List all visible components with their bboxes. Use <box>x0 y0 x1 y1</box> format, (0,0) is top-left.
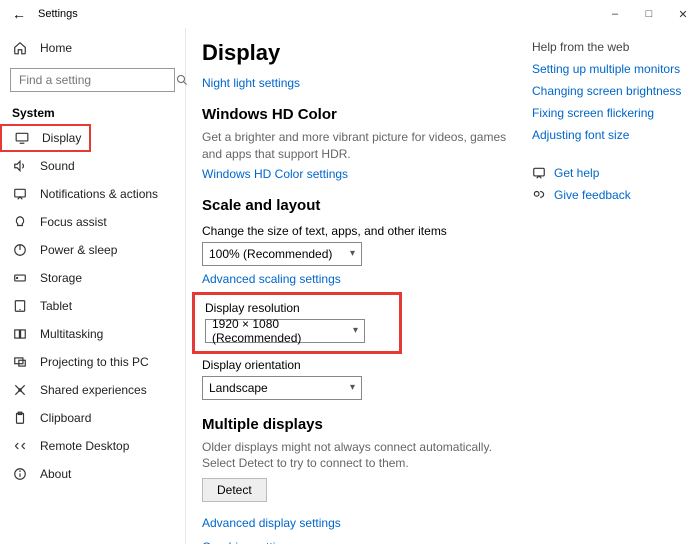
sidebar-item-shared-experiences[interactable]: Shared experiences <box>0 376 185 404</box>
text-size-value: 100% (Recommended) <box>209 247 332 261</box>
orientation-combo[interactable]: Landscape ▾ <box>202 376 362 400</box>
sidebar-item-home[interactable]: Home <box>0 34 185 62</box>
sidebar-item-label: Shared experiences <box>40 383 147 397</box>
sidebar-item-storage[interactable]: Storage <box>0 264 185 292</box>
sidebar-item-label: Storage <box>40 271 82 285</box>
window-controls: – □ ✕ <box>598 0 700 28</box>
chevron-down-icon: ▾ <box>350 248 355 259</box>
help-link[interactable]: Setting up multiple monitors <box>532 62 686 76</box>
clipboard-icon <box>12 411 28 425</box>
resolution-combo[interactable]: 1920 × 1080 (Recommended) ▾ <box>205 319 365 343</box>
feedback-icon <box>532 188 546 202</box>
sidebar-item-display[interactable]: Display <box>0 124 91 152</box>
remote-desktop-icon <box>12 439 28 453</box>
help-link[interactable]: Changing screen brightness <box>532 84 686 98</box>
tablet-icon <box>12 299 28 313</box>
sidebar-item-label: About <box>40 467 71 481</box>
aside: Help from the web Setting up multiple mo… <box>522 36 686 544</box>
home-icon <box>12 41 28 55</box>
sidebar-item-label: Tablet <box>40 299 72 313</box>
help-heading: Help from the web <box>532 40 686 54</box>
multiple-displays-heading: Multiple displays <box>202 416 522 433</box>
sidebar-item-remote-desktop[interactable]: Remote Desktop <box>0 432 185 460</box>
get-help-link[interactable]: Get help <box>554 166 599 180</box>
sidebar-item-label: Remote Desktop <box>40 439 129 453</box>
sidebar-item-clipboard[interactable]: Clipboard <box>0 404 185 432</box>
resolution-highlight: Display resolution 1920 × 1080 (Recommen… <box>192 292 402 354</box>
sidebar-item-label: Home <box>40 41 72 55</box>
resolution-value: 1920 × 1080 (Recommended) <box>212 317 353 345</box>
hd-color-heading: Windows HD Color <box>202 106 522 123</box>
focus-assist-icon <box>12 215 28 229</box>
search-field[interactable] <box>17 72 176 88</box>
sidebar-item-label: Multitasking <box>40 327 103 341</box>
text-size-combo[interactable]: 100% (Recommended) ▾ <box>202 242 362 266</box>
orientation-value: Landscape <box>209 381 268 395</box>
resolution-label: Display resolution <box>205 301 389 315</box>
back-icon[interactable]: ← <box>12 6 32 22</box>
sidebar-item-label: Sound <box>40 159 75 173</box>
sidebar-item-sound[interactable]: Sound <box>0 152 185 180</box>
advanced-display-link[interactable]: Advanced display settings <box>202 516 341 530</box>
sidebar-item-label: Power & sleep <box>40 243 117 257</box>
sidebar-item-label: Focus assist <box>40 215 107 229</box>
sidebar-item-multitasking[interactable]: Multitasking <box>0 320 185 348</box>
content: Display Night light settings Windows HD … <box>202 36 522 544</box>
minimize-button[interactable]: – <box>598 0 632 28</box>
night-light-link[interactable]: Night light settings <box>202 76 300 90</box>
sidebar-item-tablet[interactable]: Tablet <box>0 292 185 320</box>
sidebar: Home System Display Sound Notifications … <box>0 28 186 544</box>
chevron-down-icon: ▾ <box>353 325 358 336</box>
sidebar-item-label: Projecting to this PC <box>40 355 149 369</box>
notifications-icon <box>12 187 28 201</box>
display-icon <box>14 131 30 145</box>
sidebar-item-about[interactable]: About <box>0 460 185 488</box>
sidebar-item-label: Notifications & actions <box>40 187 158 201</box>
titlebar: ← Settings – □ ✕ <box>0 0 700 28</box>
orientation-label: Display orientation <box>202 358 522 372</box>
maximize-button[interactable]: □ <box>632 0 666 28</box>
sidebar-item-projecting[interactable]: Projecting to this PC <box>0 348 185 376</box>
projecting-icon <box>12 355 28 369</box>
sidebar-item-focus-assist[interactable]: Focus assist <box>0 208 185 236</box>
page-title: Display <box>202 40 522 66</box>
help-link[interactable]: Fixing screen flickering <box>532 106 686 120</box>
graphics-settings-link[interactable]: Graphics settings <box>202 540 295 544</box>
give-feedback-link[interactable]: Give feedback <box>554 188 631 202</box>
sidebar-item-power-sleep[interactable]: Power & sleep <box>0 236 185 264</box>
window-title: Settings <box>38 8 78 20</box>
power-icon <box>12 243 28 257</box>
text-size-label: Change the size of text, apps, and other… <box>202 224 522 238</box>
multitasking-icon <box>12 327 28 341</box>
sidebar-section-label: System <box>0 100 185 124</box>
get-help-icon <box>532 166 546 180</box>
hd-color-desc: Get a brighter and more vibrant picture … <box>202 129 522 163</box>
multiple-displays-desc: Older displays might not always connect … <box>202 439 522 473</box>
shared-icon <box>12 383 28 397</box>
scale-heading: Scale and layout <box>202 197 522 214</box>
storage-icon <box>12 271 28 285</box>
help-link[interactable]: Adjusting font size <box>532 128 686 142</box>
close-button[interactable]: ✕ <box>666 0 700 28</box>
hd-color-link[interactable]: Windows HD Color settings <box>202 167 348 181</box>
detect-button[interactable]: Detect <box>202 478 267 502</box>
sound-icon <box>12 159 28 173</box>
sidebar-item-notifications[interactable]: Notifications & actions <box>0 180 185 208</box>
search-input[interactable] <box>10 68 175 92</box>
sidebar-item-label: Display <box>42 131 81 145</box>
about-icon <box>12 467 28 481</box>
chevron-down-icon: ▾ <box>350 382 355 393</box>
sidebar-item-label: Clipboard <box>40 411 91 425</box>
advanced-scaling-link[interactable]: Advanced scaling settings <box>202 272 341 286</box>
